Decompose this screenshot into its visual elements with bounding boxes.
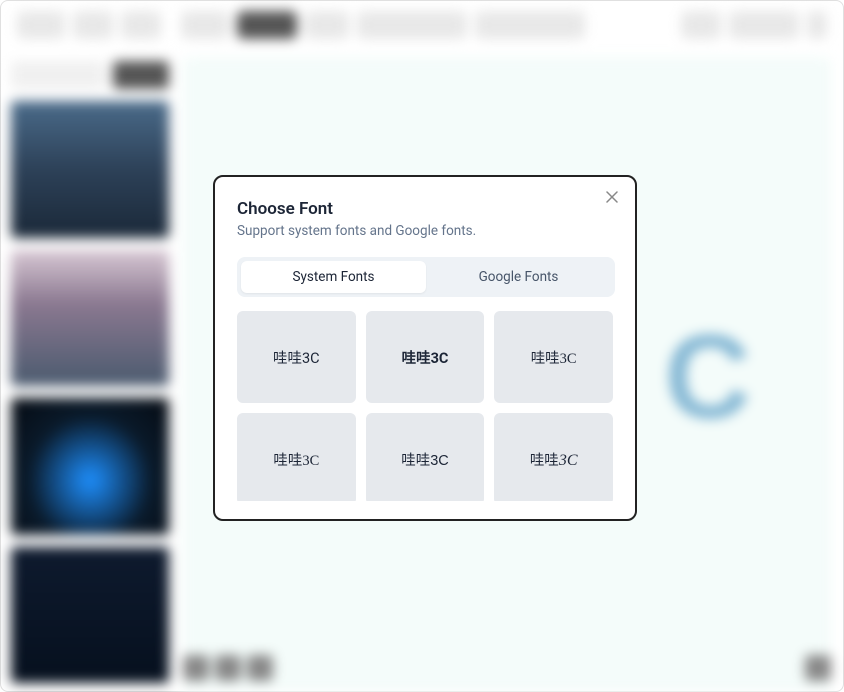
font-option[interactable]: 哇哇3C [494,311,613,403]
close-icon [606,190,618,206]
font-sample: 哇哇3C [273,347,320,368]
toolbar-item[interactable] [181,11,229,39]
toolbar-item[interactable] [17,11,65,39]
toolbar-item[interactable] [121,11,161,39]
search-button[interactable] [113,61,169,89]
toolbar-item[interactable] [73,11,113,39]
font-option[interactable]: 哇哇3C [366,311,485,403]
modal-subtitle: Support system fonts and Google fonts. [237,223,615,239]
toolbar-item[interactable] [681,11,721,39]
font-option[interactable]: 哇哇3C [494,413,613,501]
font-sample: 哇哇3C [402,347,449,368]
toolbar-primary-button[interactable] [237,11,297,39]
modal-title: Choose Font [237,199,615,219]
font-sample: 哇哇3C [531,347,577,368]
toolbar-item[interactable] [807,11,827,39]
tab-system-fonts[interactable]: System Fonts [241,261,426,293]
canvas-footer-controls [183,655,273,681]
sidebar [1,49,179,691]
image-thumbnail[interactable] [11,101,169,238]
toolbar-item[interactable] [729,11,799,39]
toolbar-item[interactable] [305,11,349,39]
close-button[interactable] [603,189,621,207]
image-thumbnail[interactable] [11,398,169,535]
font-list-scroll[interactable]: 哇哇3C 哇哇3C 哇哇3C 哇哇3C 哇哇3C 哇哇3C 哇哇3C 哇哇3C … [237,311,615,501]
toolbar-item[interactable] [475,11,585,39]
font-sample: 哇哇3C [530,449,578,470]
choose-font-modal: Choose Font Support system fonts and Goo… [213,175,637,521]
footer-button[interactable] [247,655,273,681]
font-option[interactable]: 哇哇3C [366,413,485,501]
font-option[interactable]: 哇哇3C [237,311,356,403]
footer-button-right[interactable] [805,655,831,681]
font-sample: 哇哇3C [273,449,319,470]
font-source-tabs: System Fonts Google Fonts [237,257,615,297]
tab-google-fonts[interactable]: Google Fonts [426,261,611,293]
font-option[interactable]: 哇哇3C [237,413,356,501]
top-toolbar [1,1,843,49]
image-thumbnail[interactable] [11,547,169,684]
image-thumbnail[interactable] [11,250,169,387]
font-grid: 哇哇3C 哇哇3C 哇哇3C 哇哇3C 哇哇3C 哇哇3C 哇哇3C 哇哇3C … [237,311,613,501]
footer-button[interactable] [215,655,241,681]
footer-button[interactable] [183,655,209,681]
search-row [11,57,169,89]
search-input[interactable] [11,61,105,89]
toolbar-item[interactable] [357,11,467,39]
font-sample: 哇哇3C [401,449,449,470]
canvas-sample-glyph: C [664,308,751,446]
